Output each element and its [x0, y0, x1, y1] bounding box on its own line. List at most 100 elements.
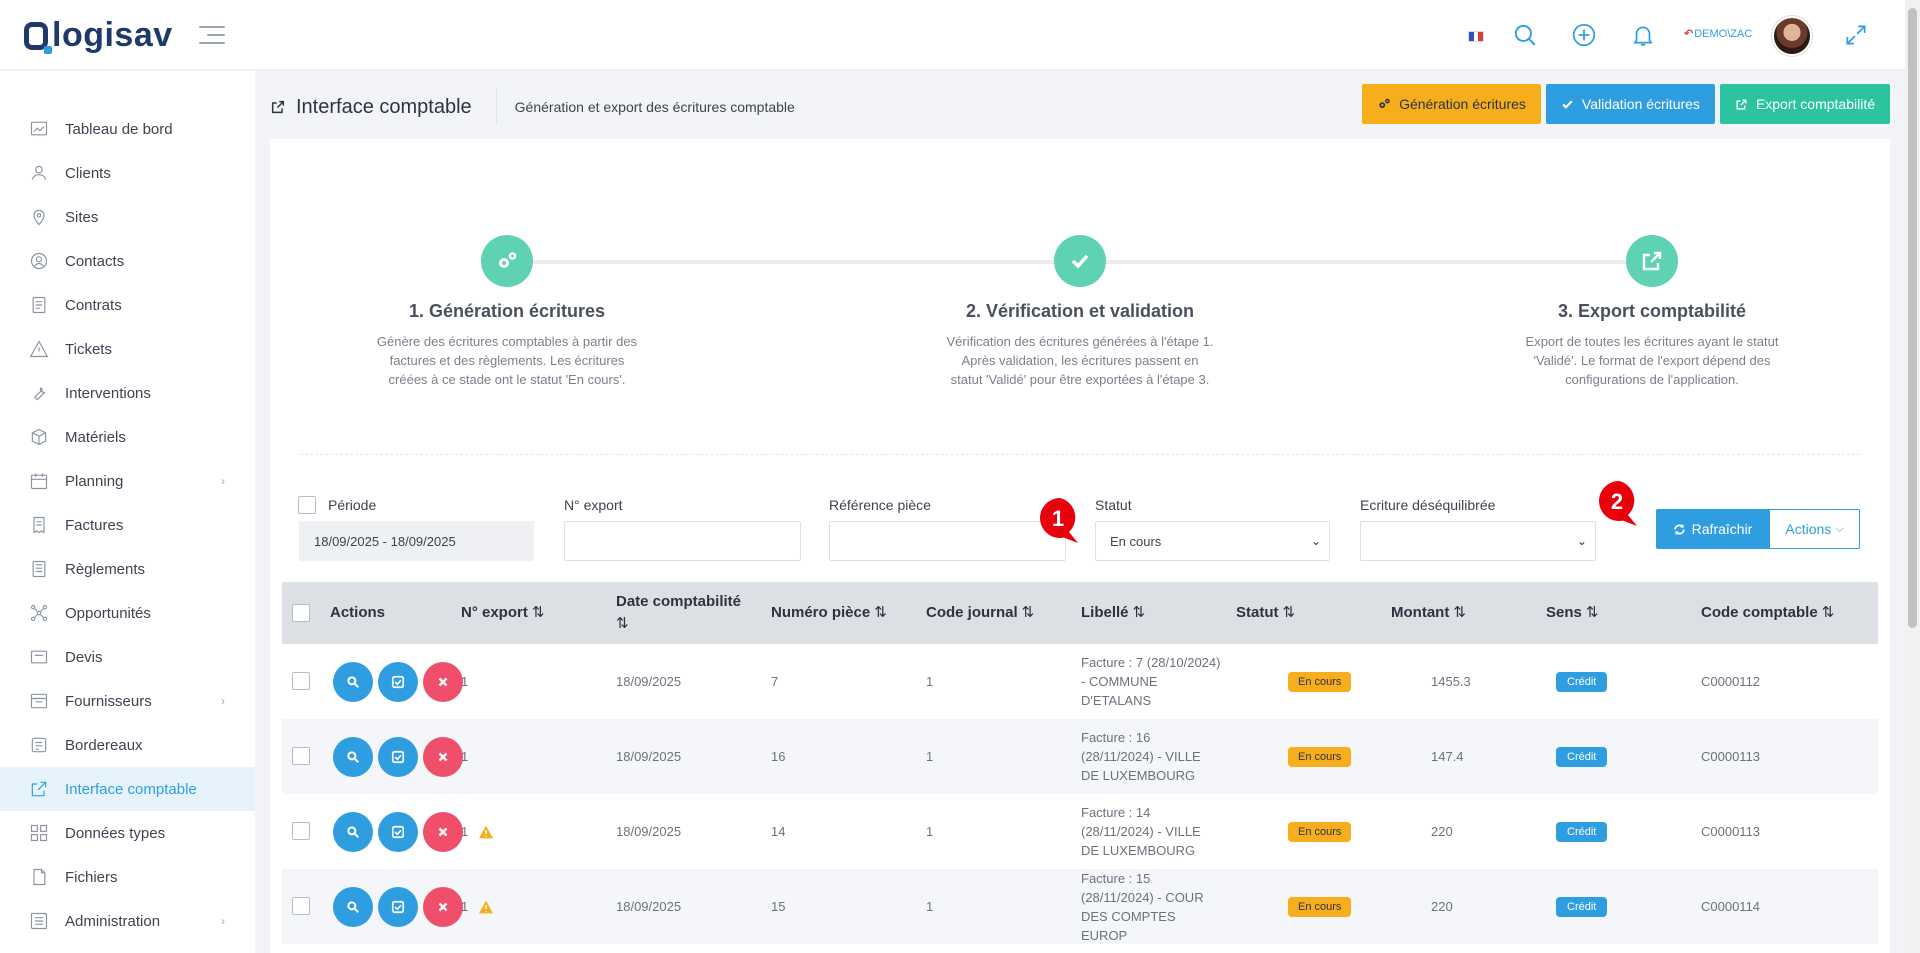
col-date[interactable]: Date comptabilité ⇅ — [616, 593, 756, 633]
sidebar-item-interventions[interactable]: Interventions — [0, 371, 255, 415]
sidebar-item-factures[interactable]: Factures — [0, 503, 255, 547]
sidebar-item-label: Factures — [65, 516, 124, 534]
cell-statut: En cours — [1288, 794, 1352, 869]
file-icon — [29, 867, 49, 887]
periode-input[interactable]: 18/09/2025 - 18/09/2025 — [299, 521, 534, 561]
sidebar-item-reglements[interactable]: Règlements — [0, 547, 255, 591]
col-sens[interactable]: Sens ⇅ — [1546, 604, 1598, 622]
contract-icon — [29, 295, 49, 315]
sidebar-item-donnees-types[interactable]: Données types — [0, 811, 255, 855]
logo-mark-icon — [24, 21, 52, 54]
menu-toggle-button[interactable] — [199, 26, 225, 44]
sidebar-item-clients[interactable]: Clients — [0, 151, 255, 195]
sidebar-item-bordereaux[interactable]: Bordereaux — [0, 723, 255, 767]
sidebar-item-fournisseurs[interactable]: Fournisseurs › — [0, 679, 255, 723]
page-scrollbar[interactable] — [1905, 0, 1920, 953]
col-journal[interactable]: Code journal ⇅ — [926, 604, 1034, 622]
delete-button[interactable] — [423, 886, 463, 927]
sidebar-item-sites[interactable]: Sites — [0, 195, 255, 239]
delete-button[interactable] — [423, 736, 463, 777]
payment-icon — [29, 559, 49, 579]
sort-icon[interactable]: ⇅ — [616, 615, 629, 633]
annotation-marker-1: 1 — [1036, 496, 1080, 543]
sidebar-item-contacts[interactable]: Contacts — [0, 239, 255, 283]
refresh-icon — [1674, 524, 1685, 534]
view-button[interactable] — [333, 811, 373, 852]
sort-icon[interactable]: ⇅ — [1453, 604, 1466, 622]
sidebar-item-interface-comptable[interactable]: Interface comptable — [0, 767, 255, 811]
refresh-button[interactable]: Rafraîchir — [1656, 509, 1769, 549]
sidebar-item-contrats[interactable]: Contrats — [0, 283, 255, 327]
export-input[interactable] — [564, 521, 801, 561]
search-icon[interactable] — [1512, 22, 1538, 48]
sidebar-item-fichiers[interactable]: Fichiers — [0, 855, 255, 899]
view-button[interactable] — [333, 886, 373, 927]
row-actions — [333, 719, 468, 794]
piece-value: 14 — [771, 824, 786, 839]
expand-icon[interactable] — [1843, 22, 1869, 48]
reference-input[interactable] — [829, 521, 1066, 561]
close-icon — [438, 827, 448, 836]
french-flag-icon[interactable] — [1468, 31, 1484, 42]
col-code[interactable]: Code comptable ⇅ — [1701, 604, 1834, 622]
row-checkbox[interactable] — [292, 897, 310, 915]
scrollbar-thumb[interactable] — [1908, 8, 1917, 628]
sens-badge: Crédit — [1556, 821, 1608, 842]
sidebar-item-planning[interactable]: Planning › — [0, 459, 255, 503]
desequilibre-select[interactable]: ⌄ — [1360, 521, 1596, 561]
generation-button[interactable]: Génération écritures — [1362, 84, 1541, 124]
sidebar-item-materiels[interactable]: Matériels — [0, 415, 255, 459]
sort-icon[interactable]: ⇅ — [1283, 604, 1296, 622]
row-checkbox[interactable] — [292, 822, 310, 840]
impersonation-link[interactable]: ↶DEMO\ZAC — [1684, 27, 1752, 40]
sidebar-item-devis[interactable]: Devis — [0, 635, 255, 679]
periode-checkbox[interactable] — [298, 496, 316, 514]
col-export[interactable]: N° export ⇅ — [461, 604, 544, 622]
date-value: 18/09/2025 — [616, 824, 682, 839]
validate-button[interactable] — [378, 736, 418, 777]
col-statut[interactable]: Statut ⇅ — [1236, 604, 1295, 622]
validate-button[interactable] — [378, 886, 418, 927]
step-title: 2. Vérification et validation — [965, 301, 1195, 321]
validation-button[interactable]: Validation écritures — [1545, 84, 1715, 124]
sort-icon[interactable]: ⇅ — [874, 604, 887, 622]
sort-icon[interactable]: ⇅ — [532, 604, 545, 622]
sort-icon[interactable]: ⇅ — [1133, 604, 1146, 622]
bell-icon[interactable] — [1630, 22, 1656, 48]
sidebar-item-label: Fichiers — [65, 868, 118, 886]
external-link-icon — [271, 100, 285, 114]
cell-piece: 16 — [771, 719, 785, 794]
validate-button[interactable] — [378, 661, 418, 702]
validate-button[interactable] — [378, 811, 418, 852]
slip-icon — [29, 735, 49, 755]
sidebar-item-tickets[interactable]: Tickets — [0, 327, 255, 371]
sort-icon[interactable]: ⇅ — [1822, 604, 1835, 622]
cell-piece: 7 — [771, 644, 778, 719]
col-statut-label: Statut — [1236, 604, 1279, 621]
cell-statut: En cours — [1288, 869, 1352, 944]
statut-select[interactable]: En cours ⌄ — [1095, 521, 1330, 561]
delete-button[interactable] — [423, 811, 463, 852]
select-all-checkbox[interactable] — [292, 604, 310, 622]
gears-icon — [481, 235, 533, 287]
row-checkbox[interactable] — [292, 747, 310, 765]
view-button[interactable] — [333, 661, 373, 702]
actions-dropdown-button[interactable]: Actions ⌵ — [1769, 509, 1860, 549]
sidebar-item-tableau-de-bord[interactable]: Tableau de bord — [0, 107, 255, 151]
view-button[interactable] — [333, 736, 373, 777]
add-circle-icon[interactable] — [1571, 22, 1597, 48]
delete-button[interactable] — [423, 661, 463, 702]
col-libelle[interactable]: Libellé ⇅ — [1081, 604, 1145, 622]
sort-icon[interactable]: ⇅ — [1586, 604, 1599, 622]
export-label: N° export — [564, 497, 623, 513]
sidebar-item-opportunites[interactable]: Opportunités — [0, 591, 255, 635]
export-button[interactable]: Export comptabilité — [1719, 84, 1890, 124]
col-montant[interactable]: Montant ⇅ — [1391, 604, 1466, 622]
logo[interactable]: logisav — [24, 16, 173, 55]
sort-icon[interactable]: ⇅ — [1022, 604, 1035, 622]
row-checkbox[interactable] — [292, 672, 310, 690]
montant-value: 147.4 — [1431, 749, 1464, 764]
avatar[interactable] — [1772, 16, 1812, 56]
col-piece[interactable]: Numéro pièce ⇅ — [771, 604, 887, 622]
sidebar-item-administration[interactable]: Administration › — [0, 899, 255, 943]
